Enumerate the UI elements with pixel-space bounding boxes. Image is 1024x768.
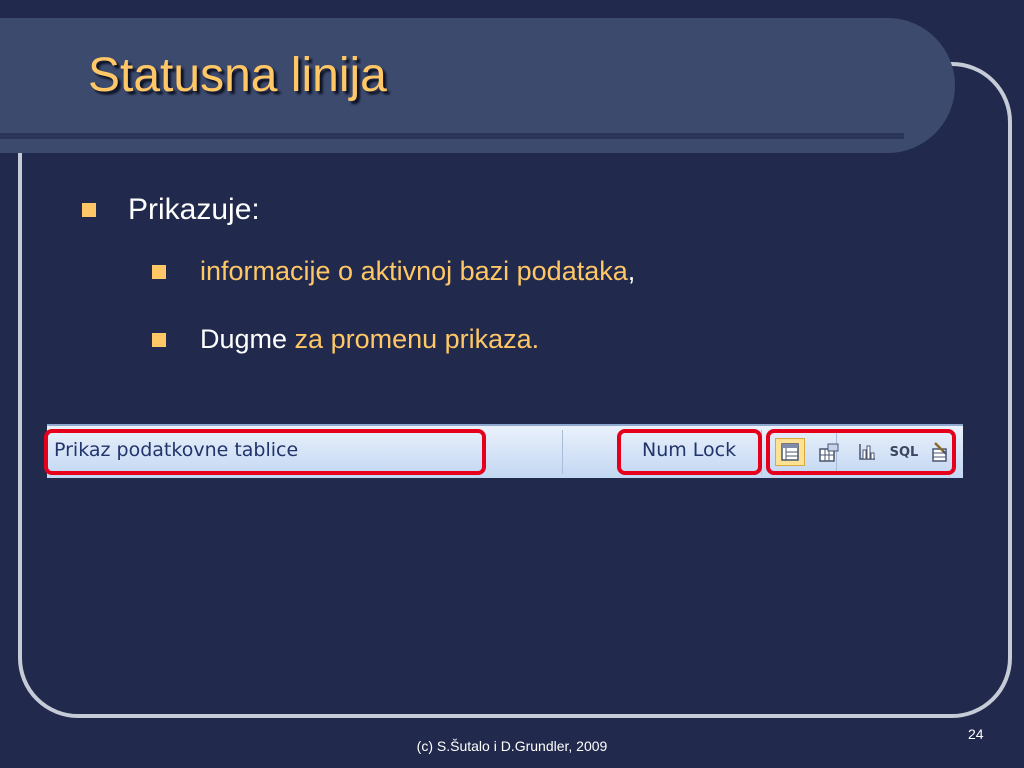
bullet-main-text: Prikazuje: [128,193,260,226]
bullet-square-icon [152,264,166,279]
bullet-square-icon [82,203,96,217]
highlight-num-lock [617,429,762,475]
bullet-main: Prikazuje: [82,193,260,227]
title-underline [0,133,904,139]
slide-footer: (c) S.Šutalo i D.Grundler, 2009 [416,738,608,754]
bullet-sub-info-punct: , [627,256,636,286]
bullet-sub-button-text: Dugme [200,324,295,354]
status-separator [562,430,563,474]
bullet-sub-button: Dugme za promenu prikaza. [152,324,539,355]
bullet-sub-info-text: informacije o aktivnoj bazi podataka [200,256,628,286]
page-number: 24 [968,726,984,742]
highlight-view-buttons [766,429,956,475]
bullet-square-icon [152,332,166,347]
highlight-status-text [44,429,486,475]
slide-title: Statusna linija [88,49,387,102]
bullet-sub-button-highlight: za promenu prikaza. [294,324,540,354]
access-status-bar: Prikaz podatkovne tablice Num Lock SQL [44,424,963,478]
bullet-sub-info: informacije o aktivnoj bazi podataka, [152,256,635,287]
slide-frame [18,62,1012,718]
